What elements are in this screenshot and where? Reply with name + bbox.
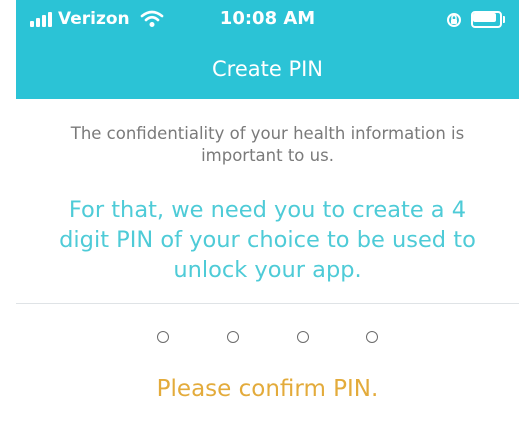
- pin-indicator[interactable]: [16, 325, 519, 349]
- pin-dot: [157, 331, 169, 343]
- page-title: Create PIN: [211, 57, 324, 81]
- status-time: 10:08 AM: [219, 8, 316, 29]
- pin-dot: [227, 331, 239, 343]
- confidentiality-message: The confidentiality of your health infor…: [70, 124, 465, 165]
- app-header: Verizon 10:08 AM Create PIN: [16, 0, 519, 99]
- pin-dot: [366, 331, 378, 343]
- confirm-pin-message: Please confirm PIN.: [156, 376, 379, 402]
- pin-instruction: For that, we need you to create a 4 digi…: [59, 197, 476, 283]
- pin-dot: [297, 331, 309, 343]
- status-bar: Verizon 10:08 AM: [16, 0, 519, 38]
- divider: [16, 303, 519, 304]
- create-pin-screen: Verizon 10:08 AM Create PIN The confiden…: [0, 0, 527, 421]
- orientation-lock-icon: [447, 13, 461, 27]
- pin-content: The confidentiality of your health infor…: [16, 99, 519, 421]
- battery-icon: [471, 11, 505, 28]
